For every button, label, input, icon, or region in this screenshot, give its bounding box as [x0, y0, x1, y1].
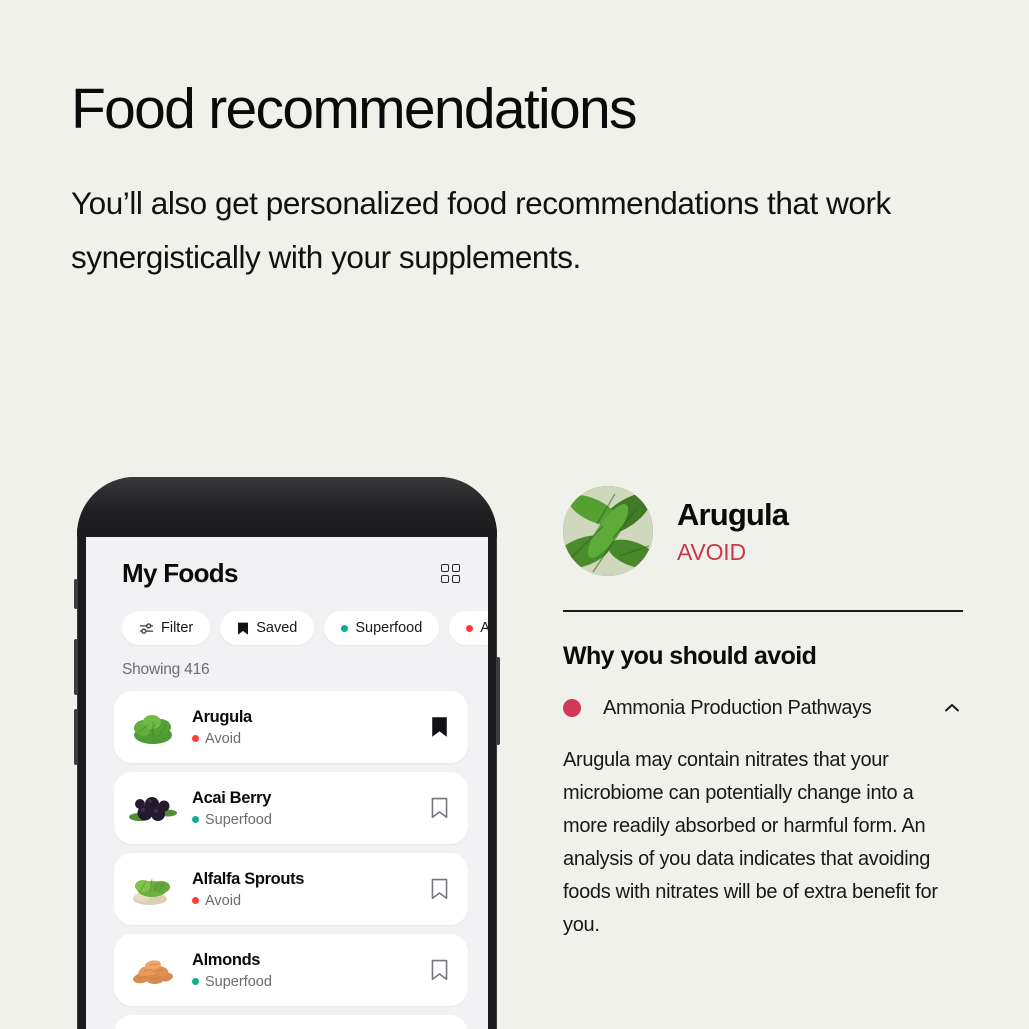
chip-superfood[interactable]: Superfood	[324, 611, 440, 645]
list-item-name: Arugula	[192, 707, 252, 726]
list-item-info: Acai Berry Superfood	[192, 789, 417, 828]
list-item-tag-label: Avoid	[205, 730, 242, 747]
app-title: My Foods	[122, 558, 238, 588]
phone-mockup: 9:41 My Foods Filter Saved Superfood A S…	[74, 477, 500, 1029]
list-item-tag: Avoid	[192, 731, 417, 747]
list-item[interactable]: Alfalfa Sprouts Avoid	[114, 853, 468, 925]
pathway-label: Ammonia Production Pathways	[603, 696, 872, 719]
arugula-photo	[563, 486, 653, 576]
hero-section: Food recommendations You’ll also get per…	[71, 77, 971, 284]
food-detail-panel: Arugula AVOID Why you should avoid Ammon…	[563, 486, 963, 942]
detail-header: Arugula AVOID	[563, 486, 963, 576]
bookmark-filled-icon	[238, 622, 249, 635]
alfalfa-thumbnail	[128, 867, 178, 911]
detail-food-name: Arugula	[677, 496, 789, 532]
list-item-name: Acai Berry	[192, 788, 272, 807]
list-item-info: Arugula Avoid	[192, 708, 417, 747]
list-item-tag: Superfood	[192, 812, 417, 828]
chip-avoid-label: Avoid	[480, 620, 488, 636]
chip-avoid[interactable]: Avoid	[449, 611, 488, 645]
cellular-signal-icon	[385, 515, 402, 527]
bookmark-outline-icon[interactable]	[431, 797, 448, 819]
food-list: Arugula Avoid Acai Berry Superfood Alfal…	[86, 679, 488, 1029]
phone-screen: 9:41 My Foods Filter Saved Superfood A S…	[86, 486, 488, 1029]
list-item-info: Alfalfa Sprouts Avoid	[192, 870, 417, 909]
list-item[interactable]	[114, 1015, 468, 1029]
phone-volume-down-button[interactable]	[74, 709, 78, 765]
status-badge: AVOID	[677, 538, 746, 565]
chip-filter-label: Filter	[161, 620, 194, 636]
phone-silence-switch[interactable]	[74, 579, 78, 609]
almonds-thumbnail	[128, 948, 178, 992]
phone-volume-up-button[interactable]	[74, 639, 78, 695]
bookmark-outline-icon[interactable]	[431, 959, 448, 981]
list-item-tag: Superfood	[192, 974, 417, 990]
page-root: Food recommendations You’ll also get per…	[0, 0, 1029, 1029]
chip-saved[interactable]: Saved	[220, 611, 315, 645]
results-count: Showing 416	[122, 661, 210, 678]
phone-power-button[interactable]	[496, 657, 500, 745]
superfood-dot-icon	[341, 624, 349, 632]
chip-saved-label: Saved	[256, 620, 298, 636]
bookmark-outline-icon[interactable]	[431, 878, 448, 900]
list-item-tag-label: Superfood	[205, 973, 272, 990]
chip-filter[interactable]: Filter	[122, 611, 211, 645]
divider	[563, 610, 963, 612]
pathway-description: Arugula may contain nitrates that your m…	[563, 748, 938, 936]
detail-title-block: Arugula AVOID	[677, 496, 789, 566]
pathway-row[interactable]: Ammonia Production Pathways	[563, 697, 963, 720]
chevron-up-icon[interactable]	[941, 697, 963, 719]
avoid-dot-icon	[466, 624, 474, 632]
status-bar: 9:41	[86, 486, 488, 542]
chip-superfood-label: Superfood	[355, 620, 423, 636]
page-title: Food recommendations	[71, 77, 638, 141]
why-section-title: Why you should avoid	[563, 641, 817, 670]
status-time: 9:41	[122, 511, 155, 530]
page-subtitle: You’ll also get personalized food recomm…	[71, 184, 891, 275]
superfood-dot-icon	[192, 978, 199, 985]
list-item-info: Almonds Superfood	[192, 951, 417, 990]
app-header: My Foods	[86, 542, 488, 589]
acai-thumbnail	[128, 786, 178, 830]
bookmark-filled-icon[interactable]	[431, 716, 448, 738]
status-icons	[385, 514, 461, 528]
list-item[interactable]: Arugula Avoid	[114, 691, 468, 763]
list-item-name: Almonds	[192, 950, 261, 969]
list-item[interactable]: Almonds Superfood	[114, 934, 468, 1006]
list-item-name: Alfalfa Sprouts	[192, 869, 305, 888]
grid-view-icon[interactable]	[440, 563, 460, 584]
arugula-thumbnail	[128, 705, 178, 749]
pathway-dot-icon	[563, 699, 581, 717]
list-item-tag-label: Superfood	[205, 811, 272, 828]
list-item-tag-label: Avoid	[205, 892, 242, 909]
avoid-dot-icon	[192, 735, 199, 742]
superfood-dot-icon	[192, 816, 199, 823]
list-item-tag: Avoid	[192, 893, 417, 909]
filter-chip-row: Filter Saved Superfood Avoid	[86, 589, 488, 645]
avoid-dot-icon	[192, 897, 199, 904]
list-item[interactable]: Acai Berry Superfood	[114, 772, 468, 844]
battery-full-icon	[433, 514, 461, 528]
sliders-icon	[139, 622, 154, 634]
wifi-icon	[409, 514, 426, 527]
